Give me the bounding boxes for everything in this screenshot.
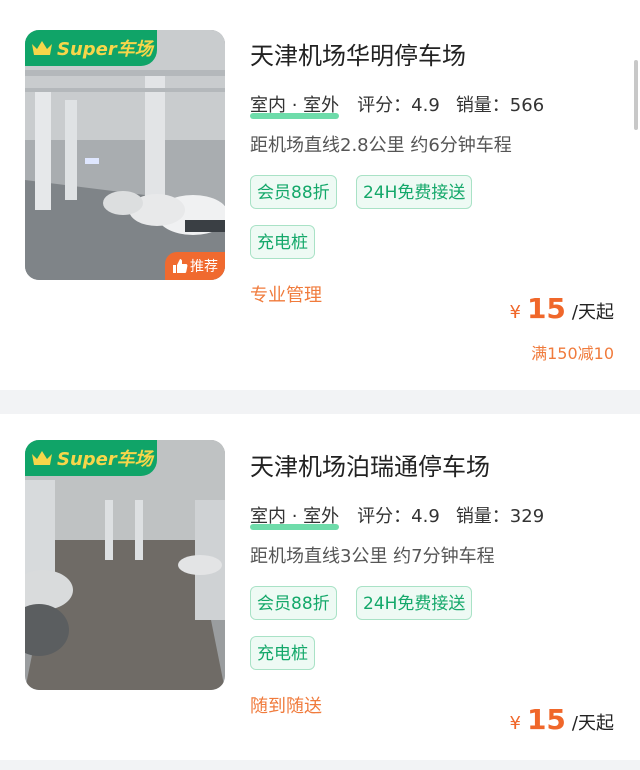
promo-text: 随到随送 bbox=[250, 696, 322, 717]
environment-label: 室内 · 室外 bbox=[250, 91, 340, 119]
currency-symbol: ¥ bbox=[509, 302, 521, 323]
price-display: ¥ 15 /天起 bbox=[510, 292, 615, 325]
tag-free-shuttle: 24H免费接送 bbox=[356, 175, 473, 209]
listing-meta-row: 室内 · 室外 评分：4.9 销量：329 bbox=[250, 502, 560, 530]
currency-symbol: ¥ bbox=[509, 713, 521, 734]
tag-member-discount: 会员88折 bbox=[250, 175, 337, 209]
recommend-label: 推荐 bbox=[190, 259, 218, 275]
crown-icon bbox=[32, 41, 52, 55]
price-unit: /天起 bbox=[571, 302, 614, 323]
parking-lot-title[interactable]: 天津机场泊瑞通停车场 bbox=[250, 447, 490, 482]
tag-charging-pile: 充电桩 bbox=[250, 636, 315, 670]
parking-lot-photo[interactable]: Super车场 bbox=[25, 440, 225, 690]
listing-meta-row: 室内 · 室外 评分：4.9 销量：566 bbox=[250, 91, 560, 119]
price-unit: /天起 bbox=[571, 713, 614, 734]
garage-photo-image bbox=[25, 440, 225, 690]
scrollbar[interactable] bbox=[634, 60, 638, 130]
tag-free-shuttle: 24H免费接送 bbox=[356, 586, 473, 620]
price-value: 15 bbox=[526, 703, 566, 736]
parking-lot-photo[interactable]: Super车场 推荐 bbox=[25, 30, 225, 280]
super-parking-badge: Super车场 bbox=[25, 440, 157, 476]
distance-text: 距机场直线3公里 约7分钟车程 bbox=[250, 546, 495, 567]
garage-photo-image bbox=[25, 30, 225, 280]
price-display: ¥ 15 /天起 bbox=[510, 703, 615, 736]
recommend-badge: 推荐 bbox=[165, 252, 225, 280]
tag-member-discount: 会员88折 bbox=[250, 586, 337, 620]
parking-lot-title[interactable]: 天津机场华明停车场 bbox=[250, 36, 466, 71]
sales-text: 销量：566 bbox=[455, 95, 545, 116]
price-value: 15 bbox=[526, 292, 566, 325]
tag-charging-pile: 充电桩 bbox=[250, 225, 315, 259]
environment-label: 室内 · 室外 bbox=[250, 502, 340, 530]
promo-text: 专业管理 bbox=[250, 285, 322, 306]
super-badge-label: Super车场 bbox=[57, 39, 153, 60]
super-badge-label: Super车场 bbox=[57, 449, 153, 470]
discount-text: 满150减10 bbox=[531, 344, 614, 363]
parking-listing-card[interactable]: Super车场 推荐 天津机场华明停车场 室内 · 室外 评分：4.9 销量：5… bbox=[0, 0, 640, 390]
distance-text: 距机场直线2.8公里 约6分钟车程 bbox=[250, 135, 512, 156]
thumbs-up-icon bbox=[173, 259, 188, 273]
rating-text: 评分：4.9 bbox=[357, 506, 440, 527]
super-parking-badge: Super车场 bbox=[25, 30, 157, 66]
crown-icon bbox=[32, 451, 52, 465]
rating-text: 评分：4.9 bbox=[357, 95, 440, 116]
sales-text: 销量：329 bbox=[455, 506, 545, 527]
